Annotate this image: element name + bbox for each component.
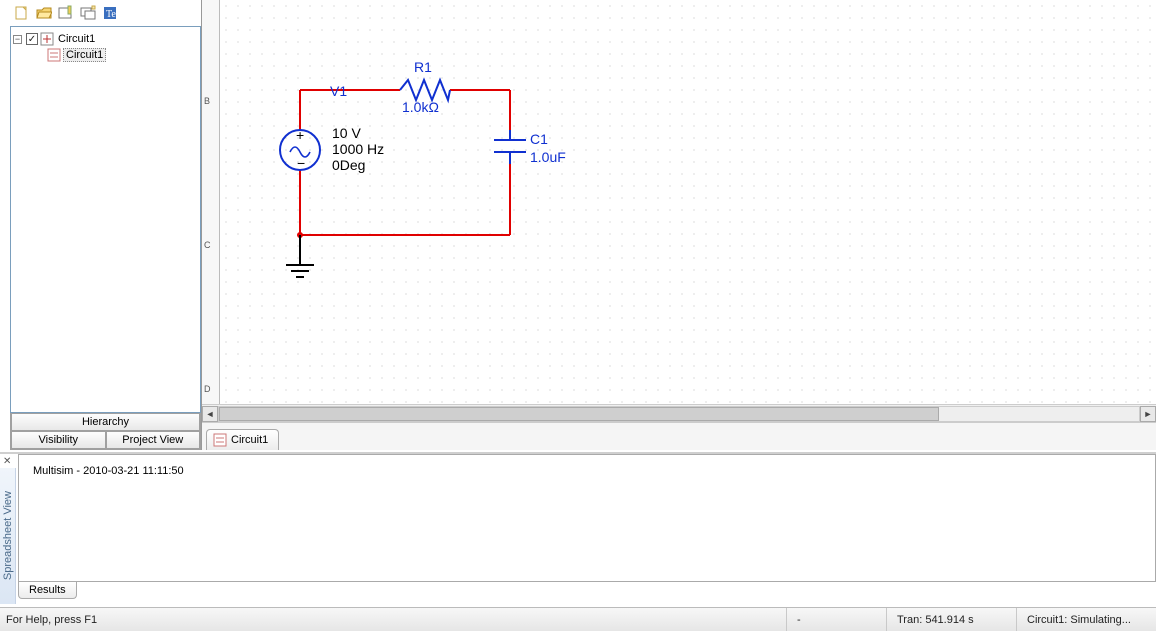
tag-icon[interactable]: Te (102, 5, 118, 21)
schematic-page-icon (47, 48, 61, 62)
canvas-area: B C D (202, 0, 1156, 450)
status-mid: - (786, 608, 886, 631)
open-folder-icon[interactable] (36, 5, 52, 21)
tree-root[interactable]: − ✓ Circuit1 (13, 31, 198, 47)
scroll-left-icon[interactable]: ◄ (202, 406, 218, 422)
schematic-root-icon (40, 32, 54, 46)
vertical-ruler: B C D (202, 0, 220, 416)
svg-text:Te: Te (106, 9, 116, 20)
spreadsheet-pane: ✕ Spreadsheet View Multisim - 2010-03-21… (0, 452, 1156, 604)
ruler-mark: C (204, 240, 211, 250)
doc-tab-label: Circuit1 (231, 434, 268, 446)
tab-visibility[interactable]: Visibility (11, 431, 106, 449)
ruler-mark: D (204, 384, 211, 394)
tree-root-label[interactable]: Circuit1 (56, 33, 97, 45)
r1-ref: R1 (414, 59, 432, 75)
design-tree[interactable]: − ✓ Circuit1 Circuit1 (10, 26, 201, 413)
c1-value: 1.0uF (530, 149, 566, 165)
tree-child[interactable]: Circuit1 (13, 47, 198, 63)
tree-child-label[interactable]: Circuit1 (63, 48, 106, 62)
v1-voltage: 10 V (332, 125, 361, 141)
checkbox-icon[interactable]: ✓ (26, 33, 38, 45)
status-sim: Circuit1: Simulating... (1016, 608, 1156, 631)
spreadsheet-body[interactable]: Multisim - 2010-03-21 11:11:50 (18, 454, 1156, 582)
status-tran: Tran: 541.914 s (886, 608, 1016, 631)
status-bar: For Help, press F1 - Tran: 541.914 s Cir… (0, 607, 1156, 631)
status-help: For Help, press F1 (0, 608, 107, 631)
c1-ref: C1 (530, 131, 548, 147)
scroll-track[interactable] (218, 406, 1140, 422)
tab-results[interactable]: Results (18, 582, 77, 599)
tab-hierarchy[interactable]: Hierarchy (11, 413, 200, 431)
log-row: Multisim - 2010-03-21 11:11:50 (33, 465, 1141, 477)
v1-ref: V1 (330, 83, 347, 99)
new-window-icon[interactable] (80, 5, 96, 21)
rename-icon[interactable] (58, 5, 74, 21)
close-icon[interactable]: ✕ (3, 456, 13, 466)
sidebar-toolbar: Te (10, 0, 201, 26)
spreadsheet-tabs: Results (18, 582, 77, 604)
doc-tab-circuit1[interactable]: Circuit1 (206, 429, 279, 450)
spreadsheet-title-bar[interactable]: Spreadsheet View (0, 468, 16, 604)
svg-text:+: + (296, 127, 304, 143)
log-app: Multisim (33, 465, 73, 477)
tab-project-view[interactable]: Project View (106, 431, 201, 449)
svg-text:−: − (297, 155, 305, 171)
scroll-right-icon[interactable]: ► (1140, 406, 1156, 422)
log-timestamp: 2010-03-21 11:11:50 (83, 465, 184, 477)
v1-phase: 0Deg (332, 157, 365, 173)
schematic-canvas[interactable]: + − V1 10 V 1000 Hz 0Deg R1 1.0 (220, 0, 1156, 404)
scroll-thumb[interactable] (219, 407, 939, 421)
v1-freq: 1000 Hz (332, 141, 384, 157)
collapse-icon[interactable]: − (13, 35, 22, 44)
schematic-page-icon (213, 433, 227, 447)
circuit-drawing[interactable]: + − V1 10 V 1000 Hz 0Deg R1 1.0 (270, 40, 770, 340)
spreadsheet-title: Spreadsheet View (2, 491, 14, 580)
ruler-mark: B (204, 96, 210, 106)
new-file-icon[interactable] (14, 5, 30, 21)
sidebar-tabs: Hierarchy Visibility Project View (10, 413, 201, 450)
document-tabs: Circuit1 (202, 422, 1156, 450)
horizontal-scrollbar[interactable]: ◄ ► (202, 404, 1156, 422)
design-sidebar: Te − ✓ Circuit1 Circuit1 Hierarchy (10, 0, 202, 450)
r1-value: 1.0kΩ (402, 99, 439, 115)
